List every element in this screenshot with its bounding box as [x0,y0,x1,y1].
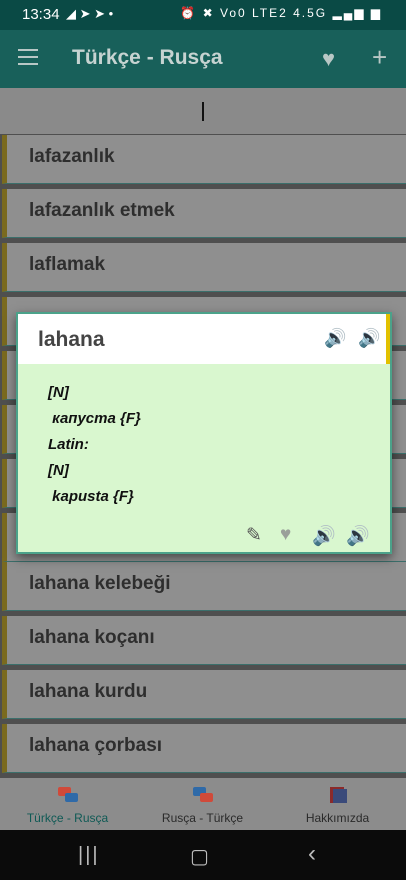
definition-line: [N] [48,462,69,479]
speaker-red-icon[interactable]: 🔊 [312,524,336,548]
tab-turkish-russian[interactable]: Türkçe - Rusça [0,778,135,830]
list-item-label: lafazanlık etmek [29,200,175,221]
speaker-red-icon[interactable]: 🔊 [324,328,346,349]
tab-label: Hakkımızda [305,811,370,825]
chat-bubbles-icon [57,786,79,804]
list-item[interactable]: laflamak [2,243,406,292]
speaker-green-icon[interactable]: 🔊 [358,328,380,349]
system-navigation: ||| ▢ ‹ [0,830,406,880]
translation-dialog: lahana 🔊 🔊 [N] капуста {F} Latin: [N] ka… [16,312,392,554]
dialog-title: lahana [38,328,105,351]
search-input[interactable] [0,88,406,134]
chat-bubbles-icon [192,786,214,804]
home-icon[interactable]: ▢ [190,844,209,869]
definition-line: [N] [48,384,69,401]
definition-line: Latin: [48,436,89,453]
list-item[interactable]: lahana kurdu [2,670,406,719]
bottom-navigation: Türkçe - Rusça Rusça - Türkçe Hakkımızda [0,778,406,830]
list-item[interactable]: lafazanlık [2,135,406,184]
system-status-icons: ⏰ ✖ Vo0 LTE2 4.5G ▂▄▆ ▆ [180,6,382,20]
text-caret [202,102,204,121]
list-item[interactable]: lahana koçanı [2,616,406,665]
app-bar: Türkçe - Rusça ♥ + [0,30,406,88]
tab-label: Rusça - Türkçe [161,811,244,825]
definition-line: kapusta {F} [48,488,134,505]
definition-line: капуста {F} [48,410,141,427]
status-time: 13:34 [22,6,60,23]
favorite-icon[interactable]: ♥ [280,524,291,546]
list-item-label: lahana kelebeği [29,573,171,594]
list-item-label: laflamak [29,254,106,275]
list-item-label: lafazanlık [29,146,115,167]
notification-icons: ◢ ➤ ➤ • [66,6,114,21]
list-item-label: lahana çorbası [29,735,163,756]
heart-icon[interactable]: ♥ [322,46,335,72]
dialog-definition: [N] капуста {F} Latin: [N] kapusta {F} [48,380,141,510]
edit-icon[interactable]: ✎ [246,524,262,547]
tab-russian-turkish[interactable]: Rusça - Türkçe [135,778,270,830]
back-icon[interactable]: ‹ [308,840,316,868]
list-item-label: lahana kurdu [29,681,148,702]
list-item[interactable]: lahana kelebeği [2,562,406,611]
tab-label: Türkçe - Rusça [26,811,109,825]
book-icon [327,786,349,804]
list-item-label: lahana koçanı [29,627,155,648]
tab-about[interactable]: Hakkımızda [270,778,405,830]
menu-icon[interactable] [18,49,38,67]
list-item[interactable]: lahana çorbası [2,724,406,773]
status-bar: 13:34 ◢ ➤ ➤ • ⏰ ✖ Vo0 LTE2 4.5G ▂▄▆ ▆ [0,0,406,30]
list-item[interactable]: lafazanlık etmek [2,189,406,238]
plus-icon[interactable]: + [372,42,387,73]
dialog-header: lahana 🔊 🔊 [18,314,390,364]
speaker-green-icon[interactable]: 🔊 [346,524,370,548]
page-title: Türkçe - Rusça [72,46,223,69]
recent-apps-icon[interactable]: ||| [78,844,100,867]
